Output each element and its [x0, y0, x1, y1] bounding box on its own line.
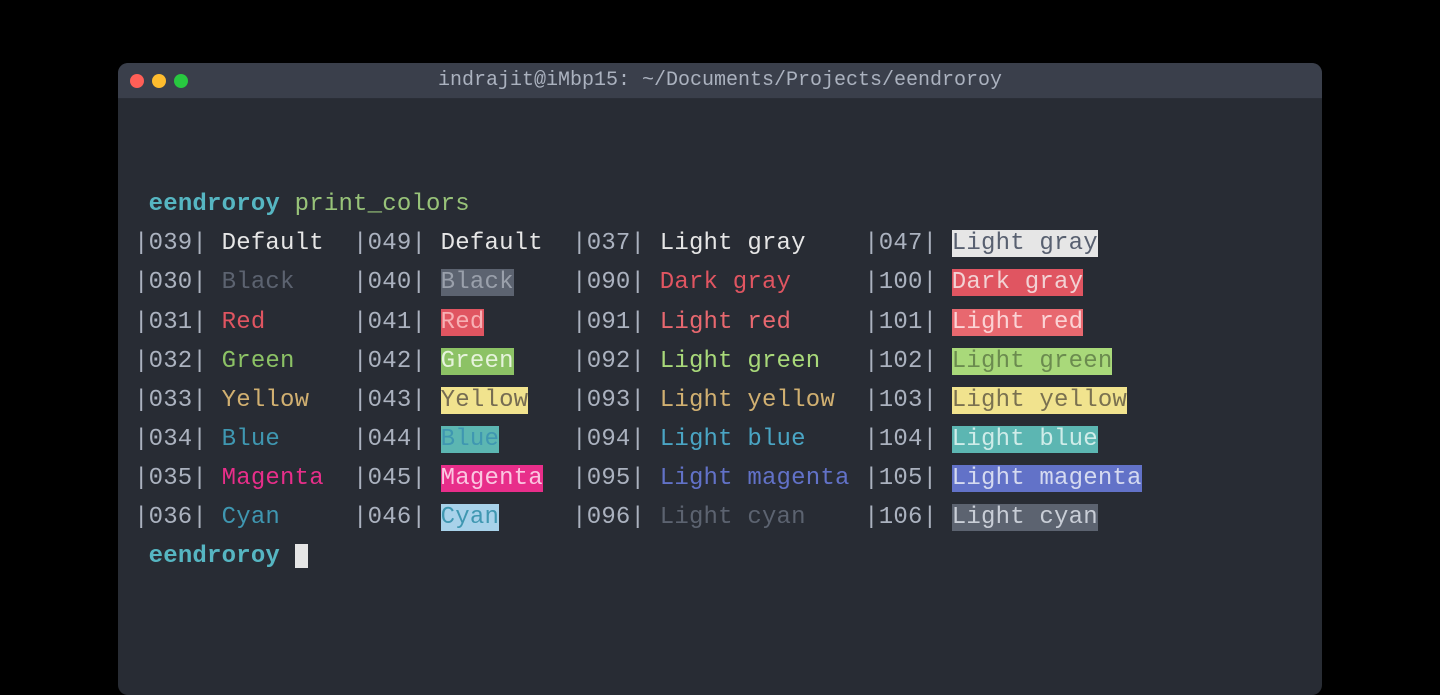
ansi-code: |100|: [864, 269, 952, 296]
color-row: |030| Black |040| Black |090| Dark gray …: [134, 263, 1306, 302]
ansi-code: |039|: [134, 230, 222, 257]
ansi-code: |101|: [864, 309, 952, 336]
color-name: Dark gray: [952, 269, 1083, 296]
ansi-code: |105|: [864, 465, 952, 492]
ansi-code: |037|: [572, 230, 660, 257]
ansi-code: |032|: [134, 348, 222, 375]
color-name: Light green: [660, 348, 864, 375]
ansi-code: |036|: [134, 504, 222, 531]
ansi-code: |096|: [572, 504, 660, 531]
color-name: Light magenta: [660, 465, 864, 492]
window-controls: [130, 74, 188, 88]
prompt-line: eendroroy: [134, 537, 1306, 576]
color-row: |039| Default |049| Default |037| Light …: [134, 224, 1306, 263]
color-name: Light blue: [952, 426, 1098, 453]
color-name: Light cyan: [952, 504, 1098, 531]
terminal-body[interactable]: eendroroy print_colors|039| Default |049…: [118, 99, 1322, 695]
color-name: Green: [441, 348, 514, 375]
color-name: Cyan: [441, 504, 499, 531]
color-name: Light gray: [952, 230, 1098, 257]
ansi-code: |047|: [864, 230, 952, 257]
ansi-code: |042|: [353, 348, 441, 375]
ansi-code: |033|: [134, 387, 222, 414]
ansi-code: |102|: [864, 348, 952, 375]
color-output: |039| Default |049| Default |037| Light …: [134, 224, 1306, 537]
color-name: Light red: [952, 309, 1083, 336]
color-row: |031| Red |041| Red |091| Light red |101…: [134, 303, 1306, 342]
ansi-code: |043|: [353, 387, 441, 414]
color-name: Light gray: [660, 230, 864, 257]
color-name: Red: [222, 309, 353, 336]
color-name: Magenta: [441, 465, 543, 492]
prompt-line: eendroroy print_colors: [134, 185, 1306, 224]
ansi-code: |030|: [134, 269, 222, 296]
color-name: Light cyan: [660, 504, 864, 531]
ansi-code: |106|: [864, 504, 952, 531]
ansi-code: |094|: [572, 426, 660, 453]
color-name: Red: [441, 309, 485, 336]
ansi-code: |090|: [572, 269, 660, 296]
color-name: Dark gray: [660, 269, 864, 296]
color-name: Default: [222, 230, 353, 257]
color-name: Yellow: [222, 387, 353, 414]
prompt-dir: eendroroy: [149, 543, 280, 570]
terminal-window: indrajit@iMbp15: ~/Documents/Projects/ee…: [118, 63, 1322, 695]
ansi-code: |044|: [353, 426, 441, 453]
color-name: Light yellow: [660, 387, 864, 414]
ansi-code: |095|: [572, 465, 660, 492]
color-name: Green: [222, 348, 353, 375]
ansi-code: |035|: [134, 465, 222, 492]
ansi-code: |031|: [134, 309, 222, 336]
color-name: Light magenta: [952, 465, 1142, 492]
color-row: |036| Cyan |046| Cyan |096| Light cyan |…: [134, 498, 1306, 537]
color-name: Light yellow: [952, 387, 1127, 414]
close-icon[interactable]: [130, 74, 144, 88]
ansi-code: |103|: [864, 387, 952, 414]
ansi-code: |091|: [572, 309, 660, 336]
color-name: Blue: [222, 426, 353, 453]
ansi-code: |049|: [353, 230, 441, 257]
minimize-icon[interactable]: [152, 74, 166, 88]
color-name: Magenta: [222, 465, 353, 492]
ansi-code: |046|: [353, 504, 441, 531]
color-name: Light red: [660, 309, 864, 336]
window-title: indrajit@iMbp15: ~/Documents/Projects/ee…: [118, 69, 1322, 92]
ansi-code: |034|: [134, 426, 222, 453]
ansi-code: |092|: [572, 348, 660, 375]
prompt-dir: eendroroy: [149, 191, 280, 218]
command-text: print_colors: [295, 191, 470, 218]
ansi-code: |041|: [353, 309, 441, 336]
cursor-icon: [295, 544, 308, 568]
ansi-code: |040|: [353, 269, 441, 296]
color-name: Black: [441, 269, 514, 296]
color-row: |034| Blue |044| Blue |094| Light blue |…: [134, 420, 1306, 459]
color-name: Blue: [441, 426, 499, 453]
color-name: Light blue: [660, 426, 864, 453]
zoom-icon[interactable]: [174, 74, 188, 88]
ansi-code: |045|: [353, 465, 441, 492]
color-name: Black: [222, 269, 353, 296]
color-name: Default: [441, 230, 543, 257]
window-titlebar[interactable]: indrajit@iMbp15: ~/Documents/Projects/ee…: [118, 63, 1322, 99]
ansi-code: |104|: [864, 426, 952, 453]
color-name: Cyan: [222, 504, 353, 531]
color-name: Light green: [952, 348, 1113, 375]
color-name: Yellow: [441, 387, 529, 414]
color-row: |035| Magenta |045| Magenta |095| Light …: [134, 459, 1306, 498]
color-row: |032| Green |042| Green |092| Light gree…: [134, 342, 1306, 381]
color-row: |033| Yellow |043| Yellow |093| Light ye…: [134, 381, 1306, 420]
ansi-code: |093|: [572, 387, 660, 414]
